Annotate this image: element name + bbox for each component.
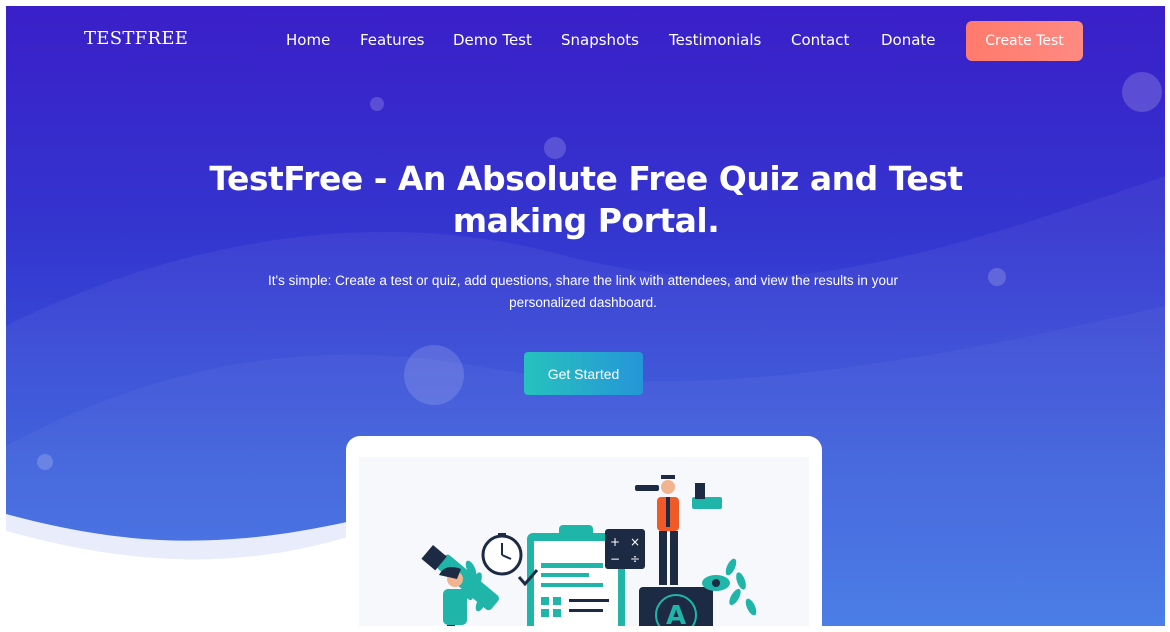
decor-circle (37, 454, 53, 470)
calculator-icon: + × − ÷ (605, 529, 645, 569)
svg-text:A: A (666, 601, 686, 626)
decor-circle (404, 345, 464, 405)
device-screen: + × − ÷ A (359, 457, 809, 626)
get-started-button[interactable]: Get Started (524, 352, 643, 395)
svg-text:+: + (610, 535, 620, 549)
decor-circle (1122, 72, 1162, 112)
nav-testimonials[interactable]: Testimonials (669, 31, 761, 49)
nav-donate[interactable]: Donate (881, 31, 936, 49)
hero-title: TestFree - An Absolute Free Quiz and Tes… (209, 159, 963, 240)
stopwatch-icon (481, 533, 523, 576)
nav-features[interactable]: Features (360, 31, 425, 49)
decor-circle (988, 268, 1006, 286)
svg-text:÷: ÷ (630, 552, 640, 566)
nav-snapshots[interactable]: Snapshots (561, 31, 639, 49)
plant-right (725, 558, 757, 616)
eye-icon (702, 575, 730, 591)
create-test-button[interactable]: Create Test (966, 21, 1083, 61)
nav-demo-test[interactable]: Demo Test (453, 31, 532, 49)
svg-text:−: − (610, 552, 620, 566)
graduate-person (635, 475, 722, 585)
grade-a-plus-icon: A (639, 587, 713, 626)
nav-home[interactable]: Home (286, 31, 330, 49)
svg-text:×: × (630, 535, 640, 549)
decor-circle (370, 97, 384, 111)
hero-subtitle: It's simple: Create a test or quiz, add … (268, 273, 898, 310)
hero-section: TESTFREE Home Features Demo Test Snapsho… (6, 6, 1165, 626)
nav-contact[interactable]: Contact (791, 31, 849, 49)
device-mockup: + × − ÷ A (346, 436, 822, 626)
decor-circle (544, 137, 566, 159)
quiz-illustration: + × − ÷ A (421, 475, 757, 626)
